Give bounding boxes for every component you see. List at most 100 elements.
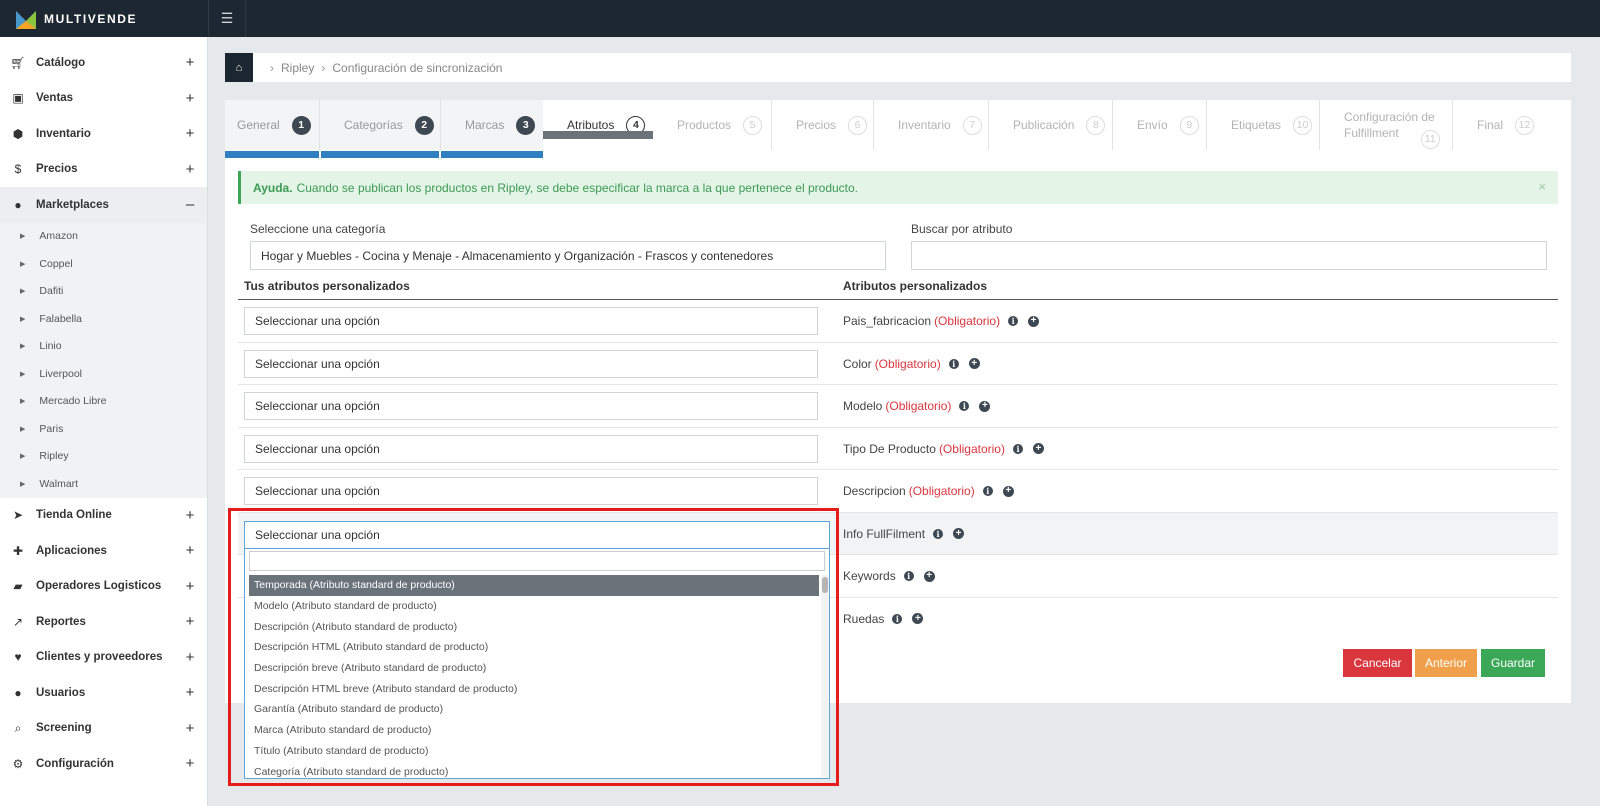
add-circle-icon[interactable]: + xyxy=(1028,315,1040,327)
breadcrumb-item-ripley[interactable]: Ripley xyxy=(281,61,314,75)
sidebar-subitem-walmart[interactable]: ▶ Walmart xyxy=(0,470,207,498)
dropdown-option[interactable]: Descripción breve (Atributo standard de … xyxy=(249,658,819,679)
info-icon[interactable]: i xyxy=(1008,316,1019,326)
breadcrumb-item-config[interactable]: Configuración de sincronización xyxy=(332,61,502,75)
step-number: 5 xyxy=(743,115,763,135)
step-precios[interactable]: Precios 6 xyxy=(772,100,874,150)
step-number: 11 xyxy=(1420,129,1440,149)
caret-right-icon: ▶ xyxy=(20,453,26,461)
add-circle-icon[interactable]: + xyxy=(1002,485,1014,497)
dropdown-option[interactable]: Descripción HTML (Atributo standard de p… xyxy=(249,637,819,658)
home-button[interactable]: ⌂ xyxy=(225,53,253,82)
plus-icon: + xyxy=(185,54,195,72)
step-label: Inventario xyxy=(898,118,951,132)
dropdown-option[interactable]: Temporada (Atributo standard de producto… xyxy=(249,575,819,596)
sidebar-subitem-amazon[interactable]: ▶ Amazon xyxy=(0,223,207,251)
dropdown-option[interactable]: Descripción HTML breve (Atributo standar… xyxy=(249,678,819,699)
sidebar-item-reportes[interactable]: ↗ Reportes + xyxy=(0,604,207,640)
attribute-search-label: Buscar por atributo xyxy=(911,222,1013,236)
dropdown-search-input[interactable] xyxy=(249,551,825,571)
step-marcas[interactable]: Marcas 3 xyxy=(441,100,543,150)
cancel-button[interactable]: Cancelar xyxy=(1343,649,1412,677)
attribute-name: Keywords xyxy=(843,569,896,583)
info-icon[interactable]: i xyxy=(892,613,903,624)
add-circle-icon[interactable]: + xyxy=(968,358,980,369)
attribute-select[interactable]: Seleccionar una opción xyxy=(244,434,818,463)
add-circle-icon[interactable]: + xyxy=(979,400,991,412)
help-alert: Ayuda. Cuando se publican los productos … xyxy=(238,171,1558,204)
dropdown-option[interactable]: Marca (Atributo standard de producto) xyxy=(249,720,819,741)
step-productos[interactable]: Productos 5 xyxy=(653,100,772,150)
sidebar-item-catalogo[interactable]: 🛒︎ Catálogo + xyxy=(0,45,207,81)
step-publicacion[interactable]: Publicación 8 xyxy=(989,100,1113,150)
sidebar-item-inventario[interactable]: ⬢ Inventario + xyxy=(0,116,207,152)
step-final[interactable]: Final 12 xyxy=(1453,100,1571,150)
step-label: Marcas xyxy=(465,118,505,132)
add-circle-icon[interactable]: + xyxy=(923,570,935,582)
attribute-select[interactable]: Seleccionar una opción xyxy=(244,349,818,378)
sidebar-item-ventas[interactable]: ▣ Ventas + xyxy=(0,81,207,117)
info-icon[interactable]: i xyxy=(903,571,914,581)
sidebar-item-configuracion[interactable]: ⚙ Configuración + xyxy=(0,746,207,782)
step-fulfillment[interactable]: Configuración de Fulfillment 11 xyxy=(1320,100,1453,150)
sidebar-item-precios[interactable]: $ Precios + xyxy=(0,152,207,188)
step-envio[interactable]: Envío 9 xyxy=(1113,100,1207,150)
attribute-select[interactable]: Seleccionar una opción xyxy=(244,477,818,505)
close-icon[interactable]: × xyxy=(1538,179,1546,194)
step-general[interactable]: General 1 xyxy=(225,100,320,150)
attribute-select[interactable]: Seleccionar una opción xyxy=(244,307,818,335)
step-label: Envío xyxy=(1137,118,1168,132)
sidebar-item-usuarios[interactable]: ● Usuarios + xyxy=(0,675,207,711)
attribute-search-input[interactable] xyxy=(911,241,1547,270)
open-attribute-select[interactable]: Seleccionar una opción xyxy=(244,521,830,549)
info-icon[interactable]: i xyxy=(1012,443,1023,454)
attribute-select[interactable]: Seleccionar una opción xyxy=(244,392,818,420)
sidebar-subitem-paris[interactable]: ▶ Paris xyxy=(0,415,207,443)
step-number: 8 xyxy=(1086,115,1106,135)
caret-right-icon: ▶ xyxy=(20,343,26,351)
step-inventario[interactable]: Inventario 7 xyxy=(874,100,989,150)
sidebar-subitem-falabella[interactable]: ▶ Falabella xyxy=(0,305,207,333)
step-number: 2 xyxy=(414,115,434,135)
brand[interactable]: MULTIVENDE xyxy=(0,0,208,37)
sidebar-subitem-ripley[interactable]: ▶ Ripley xyxy=(0,443,207,471)
scrollbar-thumb[interactable] xyxy=(822,577,828,593)
dropdown-option[interactable]: Título (Atributo standard de producto) xyxy=(249,741,819,762)
sidebar-subitem-dafiti[interactable]: ▶ Dafiti xyxy=(0,278,207,306)
sidebar-subitem-liverpool[interactable]: ▶ Liverpool xyxy=(0,360,207,388)
previous-button[interactable]: Anterior xyxy=(1415,649,1477,677)
sidebar-item-marketplaces[interactable]: ● Marketplaces – xyxy=(0,187,207,223)
sidebar-item-clientes-proveedores[interactable]: ♥ Clientes y proveedores + xyxy=(0,640,207,676)
step-number: 7 xyxy=(962,115,982,135)
info-icon[interactable]: i xyxy=(933,528,944,539)
category-select[interactable]: Hogar y Muebles - Cocina y Menaje - Alma… xyxy=(250,241,886,270)
step-etiquetas[interactable]: Etiquetas 10 xyxy=(1207,100,1320,150)
sidebar-subitem-linio[interactable]: ▶ Linio xyxy=(0,333,207,361)
step-atributos[interactable]: Atributos 4 xyxy=(543,100,653,150)
step-categorias[interactable]: Categorías 2 xyxy=(320,100,441,150)
add-circle-icon[interactable]: + xyxy=(953,528,965,539)
sidebar-subitem-coppel[interactable]: ▶ Coppel xyxy=(0,250,207,278)
menu-toggle-button[interactable]: ☰ xyxy=(208,0,246,37)
dropdown-option[interactable]: Categoría (Atributo standard de producto… xyxy=(249,761,819,777)
attribute-name: Color xyxy=(843,356,872,371)
dropdown-option[interactable]: Modelo (Atributo standard de producto) xyxy=(249,596,819,617)
info-icon[interactable]: i xyxy=(982,486,993,496)
sidebar-subitem-mercado-libre[interactable]: ▶ Mercado Libre xyxy=(0,388,207,416)
add-circle-icon[interactable]: + xyxy=(912,613,924,624)
plus-icon: + xyxy=(185,613,195,631)
dropdown-option[interactable]: Descripción (Atributo standard de produc… xyxy=(249,616,819,637)
sidebar-item-label: Usuarios xyxy=(36,686,86,699)
sidebar-item-tienda-online[interactable]: ➤ Tienda Online + xyxy=(0,498,207,534)
sidebar-item-screening[interactable]: ⌕ Screening + xyxy=(0,711,207,747)
dropdown-option[interactable]: Garantía (Atributo standard de producto) xyxy=(249,699,819,720)
add-circle-icon[interactable]: + xyxy=(1032,443,1044,454)
dropdown-scrollbar[interactable] xyxy=(821,575,829,777)
info-icon[interactable]: i xyxy=(948,358,959,369)
attribute-row: Seleccionar una opción Tipo De Producto(… xyxy=(238,428,1558,470)
puzzle-icon: ✚ xyxy=(12,543,24,558)
info-icon[interactable]: i xyxy=(959,401,970,411)
save-button[interactable]: Guardar xyxy=(1481,649,1545,677)
sidebar-item-aplicaciones[interactable]: ✚ Aplicaciones + xyxy=(0,533,207,569)
sidebar-item-operadores-logisticos[interactable]: ▰ Operadores Logisticos + xyxy=(0,569,207,605)
